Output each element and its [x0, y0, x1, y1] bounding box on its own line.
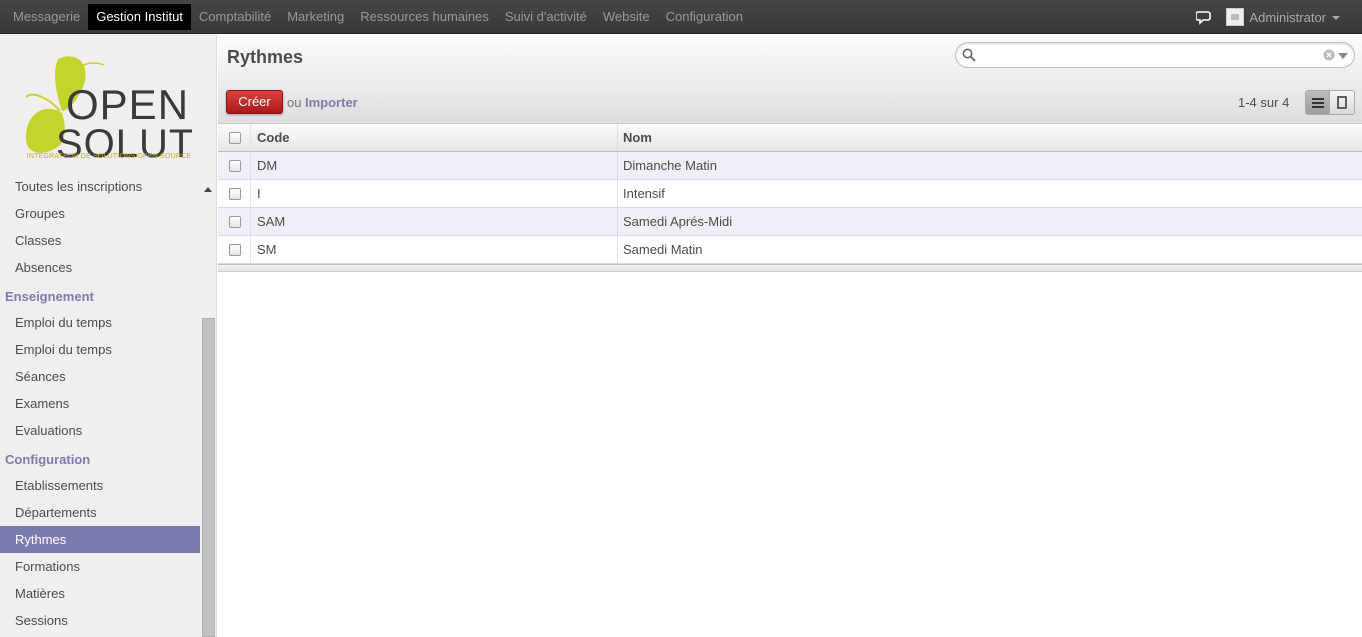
search-icon — [962, 48, 976, 62]
pager-value[interactable]: 1-4 sur 4 — [1238, 95, 1289, 110]
list-view-button[interactable] — [1306, 91, 1331, 114]
table-header-row: Code Nom — [218, 124, 1362, 152]
form-view-button[interactable] — [1330, 91, 1354, 114]
import-link[interactable]: Importer — [305, 95, 358, 110]
form-icon — [1337, 96, 1347, 109]
row-checkbox[interactable] — [229, 216, 241, 228]
row-name: Intensif — [623, 186, 665, 201]
search-input[interactable] — [980, 46, 1300, 64]
row-checkbox[interactable] — [229, 244, 241, 256]
row-code: SAM — [257, 214, 286, 229]
clear-icon[interactable] — [1323, 49, 1335, 61]
user-menu[interactable]: Administrator — [1249, 10, 1326, 25]
company-logo: OPEN SOLUTIS — [25, 56, 192, 163]
topmenu-configuration[interactable]: Configuration — [658, 4, 751, 30]
sidebar-item-classes[interactable]: Classes — [0, 227, 200, 254]
row-name: Samedi Aprés-Midi — [623, 214, 733, 229]
row-code: SM — [257, 242, 277, 257]
sidebar-scrollbar[interactable] — [202, 318, 215, 637]
or-text: ou — [287, 95, 302, 110]
sidebar-item-emploi-du-temps-2[interactable]: Emploi du temps — [0, 336, 200, 363]
logo-text-open: OPEN — [66, 81, 189, 128]
sidebar-section-configuration: Configuration — [5, 452, 91, 467]
column-header-name[interactable]: Nom — [623, 124, 1323, 151]
topmenu-suivi-activite[interactable]: Suivi d'activité — [497, 4, 595, 30]
sidebar: OPEN SOLUTIS INTEGRATEUR DE SOLUTIONS OP… — [0, 35, 217, 637]
sidebar-item-matieres[interactable]: Matières — [0, 580, 200, 607]
row-checkbox[interactable] — [229, 160, 241, 172]
sidebar-item-groupes[interactable]: Groupes — [0, 200, 200, 227]
row-checkbox[interactable] — [229, 188, 241, 200]
sidebar-item-examens[interactable]: Examens — [0, 390, 200, 417]
sidebar-section-enseignement: Enseignement — [5, 289, 94, 304]
sidebar-item-departements[interactable]: Départements — [0, 499, 200, 526]
chevron-down-icon[interactable] — [1332, 16, 1340, 20]
sidebar-item-etablissements[interactable]: Etablissements — [0, 472, 200, 499]
row-name: Samedi Matin — [623, 242, 703, 257]
list-table: Code Nom DM Dimanche Matin I Intensif SA… — [218, 124, 1362, 272]
topmenu-messagerie[interactable]: Messagerie — [5, 4, 88, 30]
topmenu-comptabilite[interactable]: Comptabilité — [191, 4, 279, 30]
chat-icon[interactable] — [1196, 9, 1212, 25]
avatar[interactable] — [1226, 8, 1245, 26]
list-icon — [1311, 97, 1324, 108]
sidebar-item-rythmes[interactable]: Rythmes — [0, 526, 200, 553]
control-panel: Rythmes Créer ou Importer 1-4 sur 4 — [218, 35, 1362, 124]
topmenu-gestion-institut[interactable]: Gestion Institut — [88, 4, 191, 30]
view-switcher — [1305, 90, 1355, 115]
sidebar-item-seances[interactable]: Séances — [0, 363, 200, 390]
sidebar-menu: Toutes les inscriptions Groupes Classes … — [0, 173, 200, 634]
search-options-dropdown-icon[interactable] — [1338, 53, 1348, 59]
table-row[interactable]: SAM Samedi Aprés-Midi — [218, 208, 1362, 236]
top-navbar: Messagerie Gestion Institut Comptabilité… — [0, 0, 1362, 34]
sidebar-item-emploi-du-temps-1[interactable]: Emploi du temps — [0, 309, 200, 336]
page-title: Rythmes — [227, 47, 304, 67]
search-box[interactable] — [955, 42, 1355, 68]
row-code: I — [257, 186, 261, 201]
create-button[interactable]: Créer — [226, 90, 283, 114]
topmenu-website[interactable]: Website — [595, 4, 658, 30]
sidebar-item-toutes-inscriptions[interactable]: Toutes les inscriptions — [0, 173, 200, 200]
column-header-code[interactable]: Code — [257, 124, 617, 151]
user-area: Administrator — [1196, 4, 1340, 30]
table-row[interactable]: SM Samedi Matin — [218, 236, 1362, 264]
row-name: Dimanche Matin — [623, 158, 717, 173]
sidebar-item-absences[interactable]: Absences — [0, 254, 200, 281]
topmenu-marketing[interactable]: Marketing — [279, 4, 352, 30]
top-menu: Messagerie Gestion Institut Comptabilité… — [5, 4, 751, 30]
logo-tagline: INTEGRATEUR DE SOLUTIONS OPEN SOURCE — [26, 153, 192, 160]
table-row[interactable]: DM Dimanche Matin — [218, 152, 1362, 180]
sidebar-item-sessions[interactable]: Sessions — [0, 607, 200, 634]
table-footer — [218, 264, 1362, 272]
select-all-checkbox[interactable] — [229, 132, 241, 144]
main-content: Rythmes Créer ou Importer 1-4 sur 4 Code… — [218, 35, 1362, 637]
sidebar-item-formations[interactable]: Formations — [0, 553, 200, 580]
scroll-up-arrow-icon[interactable] — [204, 187, 212, 192]
row-code: DM — [257, 158, 278, 173]
topmenu-ressources-humaines[interactable]: Ressources humaines — [352, 4, 497, 30]
table-row[interactable]: I Intensif — [218, 180, 1362, 208]
sidebar-item-evaluations[interactable]: Evaluations — [0, 417, 200, 444]
